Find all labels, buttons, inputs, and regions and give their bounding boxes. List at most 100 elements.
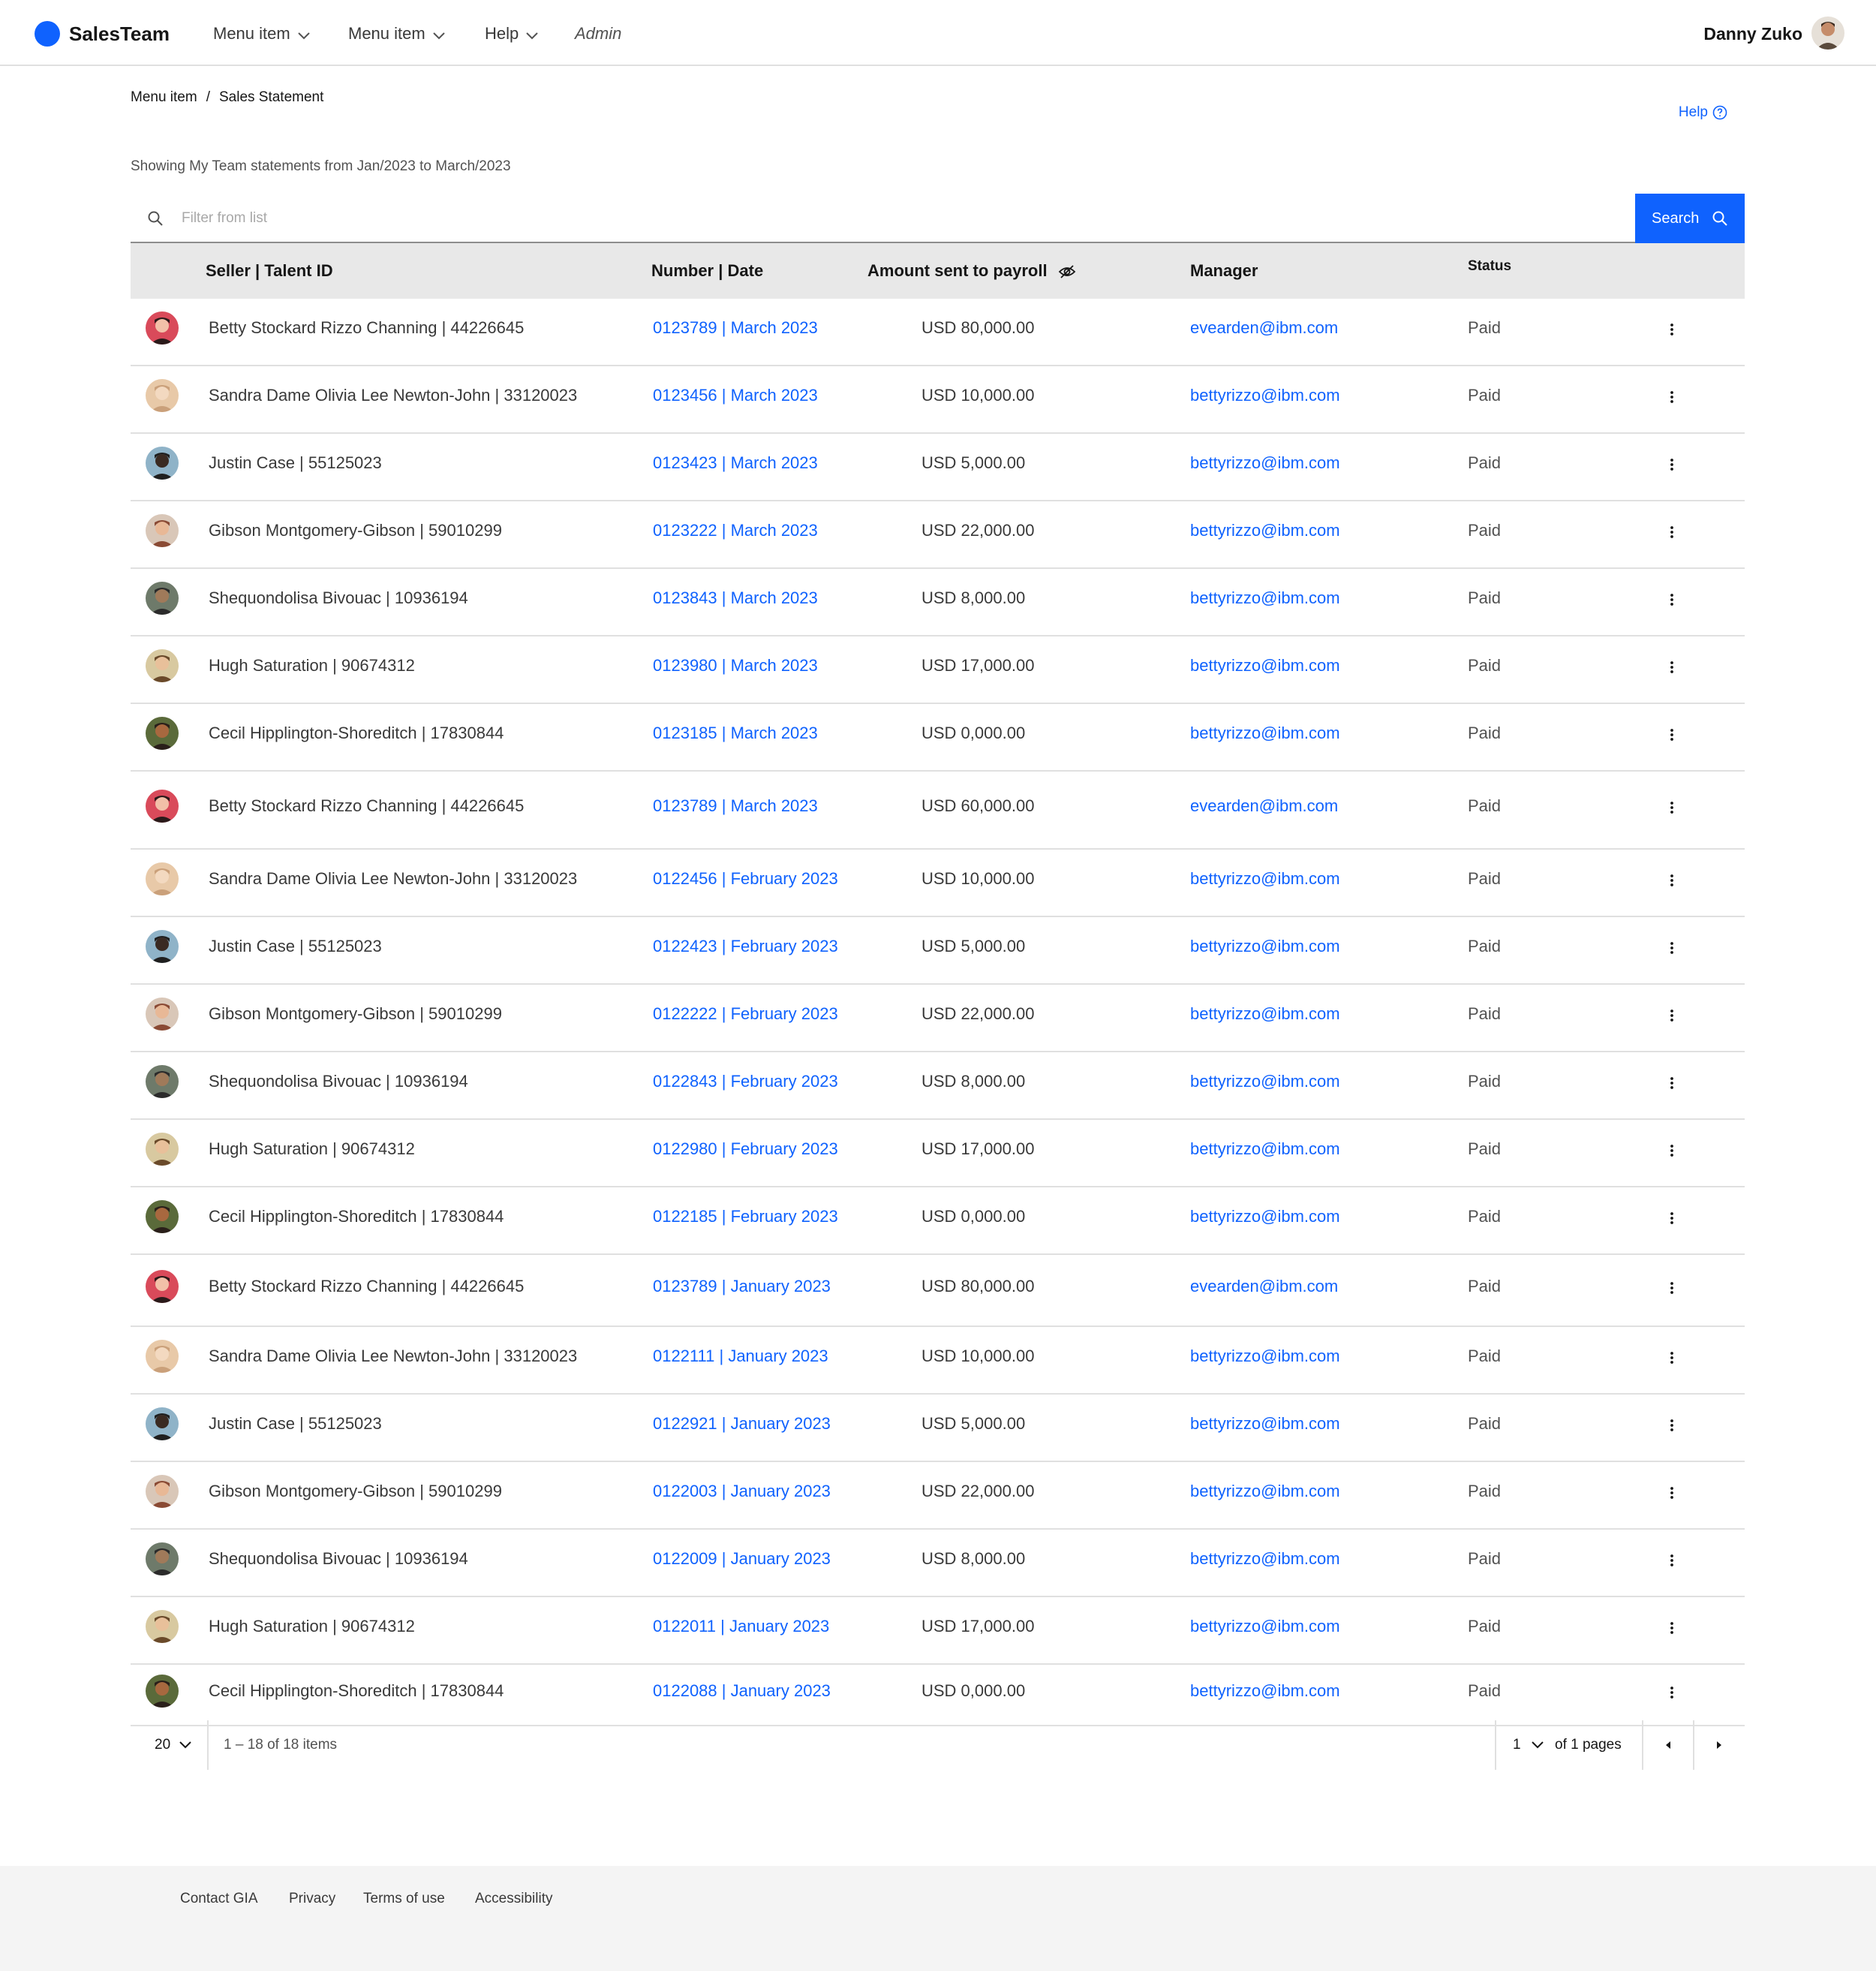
overflow-menu-icon[interactable] <box>1661 1073 1682 1094</box>
table-row[interactable]: Betty Stockard Rizzo Channing | 44226645… <box>131 299 1745 366</box>
overflow-menu-icon[interactable] <box>1661 454 1682 475</box>
statement-number-link[interactable]: 0122011 | January 2023 <box>653 1615 829 1638</box>
manager-email-link[interactable]: bettyrizzo@ibm.com <box>1190 1615 1340 1638</box>
page-select[interactable]: 1 <box>1513 1720 1544 1770</box>
footer-link-privacy[interactable]: Privacy <box>289 1888 335 1909</box>
table-row[interactable]: Cecil Hipplington-Shoreditch | 17830844 0… <box>131 1665 1745 1726</box>
manager-email-link[interactable]: bettyrizzo@ibm.com <box>1190 1205 1340 1228</box>
manager-email-link[interactable]: bettyrizzo@ibm.com <box>1190 722 1340 745</box>
overflow-menu-icon[interactable] <box>1661 589 1682 610</box>
help-link[interactable]: Help <box>1679 102 1727 123</box>
statement-number-link[interactable]: 0123423 | March 2023 <box>653 452 818 474</box>
nav-admin[interactable]: Admin <box>575 20 621 48</box>
nav-help[interactable]: Help <box>485 20 538 49</box>
manager-email-link[interactable]: bettyrizzo@ibm.com <box>1190 1413 1340 1435</box>
manager-email-link[interactable]: bettyrizzo@ibm.com <box>1190 452 1340 474</box>
overflow-menu-icon[interactable] <box>1661 319 1682 340</box>
overflow-menu-icon[interactable] <box>1661 870 1682 891</box>
page-size-select[interactable]: 20 <box>155 1720 191 1770</box>
footer-link-terms[interactable]: Terms of use <box>363 1888 445 1909</box>
table-row[interactable]: Shequondolisa Bivouac | 10936194 0122009 … <box>131 1530 1745 1597</box>
overflow-menu-icon[interactable] <box>1661 1277 1682 1298</box>
overflow-menu-icon[interactable] <box>1661 387 1682 408</box>
column-header-number[interactable]: Number | Date <box>651 243 763 299</box>
statement-number-link[interactable]: 0122423 | February 2023 <box>653 935 838 958</box>
manager-email-link[interactable]: bettyrizzo@ibm.com <box>1190 1480 1340 1503</box>
user-avatar[interactable] <box>1811 17 1844 50</box>
statement-number-link[interactable]: 0123456 | March 2023 <box>653 384 818 407</box>
table-row[interactable]: Sandra Dame Olivia Lee Newton-John | 331… <box>131 366 1745 434</box>
overflow-menu-icon[interactable] <box>1661 1482 1682 1503</box>
table-row[interactable]: Hugh Saturation | 90674312 0123980 | Marc… <box>131 636 1745 704</box>
overflow-menu-icon[interactable] <box>1661 797 1682 818</box>
manager-email-link[interactable]: evearden@ibm.com <box>1190 1275 1338 1298</box>
overflow-menu-icon[interactable] <box>1661 1208 1682 1229</box>
table-row[interactable]: Gibson Montgomery-Gibson | 59010299 01232… <box>131 501 1745 569</box>
statement-number-link[interactable]: 0123789 | March 2023 <box>653 795 818 817</box>
manager-email-link[interactable]: bettyrizzo@ibm.com <box>1190 384 1340 407</box>
table-row[interactable]: Justin Case | 55125023 0122423 | February… <box>131 917 1745 985</box>
statement-number-link[interactable]: 0122185 | February 2023 <box>653 1205 838 1228</box>
overflow-menu-icon[interactable] <box>1661 1550 1682 1571</box>
statement-number-link[interactable]: 0123980 | March 2023 <box>653 654 818 677</box>
table-row[interactable]: Gibson Montgomery-Gibson | 59010299 01222… <box>131 985 1745 1052</box>
overflow-menu-icon[interactable] <box>1661 522 1682 543</box>
manager-email-link[interactable]: bettyrizzo@ibm.com <box>1190 1003 1340 1025</box>
statement-number-link[interactable]: 0123222 | March 2023 <box>653 519 818 542</box>
statement-number-link[interactable]: 0122456 | February 2023 <box>653 868 838 890</box>
footer-link-accessibility[interactable]: Accessibility <box>475 1888 552 1909</box>
statement-number-link[interactable]: 0122088 | January 2023 <box>653 1680 831 1702</box>
logo-icon[interactable] <box>35 21 60 47</box>
table-row[interactable]: Shequondolisa Bivouac | 10936194 0123843 … <box>131 569 1745 636</box>
table-row[interactable]: Sandra Dame Olivia Lee Newton-John | 331… <box>131 850 1745 917</box>
manager-email-link[interactable]: bettyrizzo@ibm.com <box>1190 519 1340 542</box>
overflow-menu-icon[interactable] <box>1661 724 1682 745</box>
column-header-manager[interactable]: Manager <box>1190 243 1258 299</box>
manager-email-link[interactable]: bettyrizzo@ibm.com <box>1190 868 1340 890</box>
table-row[interactable]: Hugh Saturation | 90674312 0122011 | Janu… <box>131 1597 1745 1665</box>
nav-menu-item-1[interactable]: Menu item <box>213 20 310 49</box>
statement-number-link[interactable]: 0122222 | February 2023 <box>653 1003 838 1025</box>
table-row[interactable]: Justin Case | 55125023 0122921 | January … <box>131 1395 1745 1462</box>
manager-email-link[interactable]: bettyrizzo@ibm.com <box>1190 1345 1340 1368</box>
breadcrumb-item[interactable]: Menu item <box>131 89 197 105</box>
manager-email-link[interactable]: bettyrizzo@ibm.com <box>1190 587 1340 609</box>
table-row[interactable]: Betty Stockard Rizzo Channing | 44226645… <box>131 1255 1745 1327</box>
view-off-icon[interactable] <box>1058 264 1076 279</box>
nav-menu-item-2[interactable]: Menu item <box>348 20 445 49</box>
table-row[interactable]: Shequondolisa Bivouac | 10936194 0122843 … <box>131 1052 1745 1120</box>
previous-page-button[interactable] <box>1643 1720 1693 1770</box>
statement-number-link[interactable]: 0123789 | January 2023 <box>653 1275 831 1298</box>
overflow-menu-icon[interactable] <box>1661 1415 1682 1436</box>
user-name[interactable]: Danny Zuko <box>1703 20 1802 48</box>
manager-email-link[interactable]: bettyrizzo@ibm.com <box>1190 935 1340 958</box>
search-button[interactable]: Search <box>1635 194 1745 243</box>
table-row[interactable]: Sandra Dame Olivia Lee Newton-John | 331… <box>131 1327 1745 1395</box>
manager-email-link[interactable]: bettyrizzo@ibm.com <box>1190 1138 1340 1160</box>
overflow-menu-icon[interactable] <box>1661 1682 1682 1703</box>
statement-number-link[interactable]: 0123185 | March 2023 <box>653 722 818 745</box>
column-header-amount[interactable]: Amount sent to payroll <box>867 243 1076 299</box>
statement-number-link[interactable]: 0123789 | March 2023 <box>653 317 818 339</box>
column-header-seller[interactable]: Seller | Talent ID <box>206 243 333 299</box>
manager-email-link[interactable]: bettyrizzo@ibm.com <box>1190 654 1340 677</box>
overflow-menu-icon[interactable] <box>1661 1005 1682 1026</box>
manager-email-link[interactable]: bettyrizzo@ibm.com <box>1190 1070 1340 1093</box>
table-row[interactable]: Justin Case | 55125023 0123423 | March 20… <box>131 434 1745 501</box>
app-name[interactable]: SalesTeam <box>69 20 170 48</box>
statement-number-link[interactable]: 0122003 | January 2023 <box>653 1480 831 1503</box>
statement-number-link[interactable]: 0122843 | February 2023 <box>653 1070 838 1093</box>
table-row[interactable]: Cecil Hipplington-Shoreditch | 17830844 0… <box>131 1187 1745 1255</box>
search-input[interactable] <box>180 201 1534 236</box>
table-row[interactable]: Betty Stockard Rizzo Channing | 44226645… <box>131 772 1745 850</box>
manager-email-link[interactable]: evearden@ibm.com <box>1190 795 1338 817</box>
overflow-menu-icon[interactable] <box>1661 1347 1682 1368</box>
statement-number-link[interactable]: 0122111 | January 2023 <box>653 1345 828 1368</box>
manager-email-link[interactable]: evearden@ibm.com <box>1190 317 1338 339</box>
manager-email-link[interactable]: bettyrizzo@ibm.com <box>1190 1680 1340 1702</box>
overflow-menu-icon[interactable] <box>1661 1140 1682 1161</box>
manager-email-link[interactable]: bettyrizzo@ibm.com <box>1190 1548 1340 1570</box>
statement-number-link[interactable]: 0122009 | January 2023 <box>653 1548 831 1570</box>
table-row[interactable]: Hugh Saturation | 90674312 0122980 | Febr… <box>131 1120 1745 1187</box>
statement-number-link[interactable]: 0122921 | January 2023 <box>653 1413 831 1435</box>
